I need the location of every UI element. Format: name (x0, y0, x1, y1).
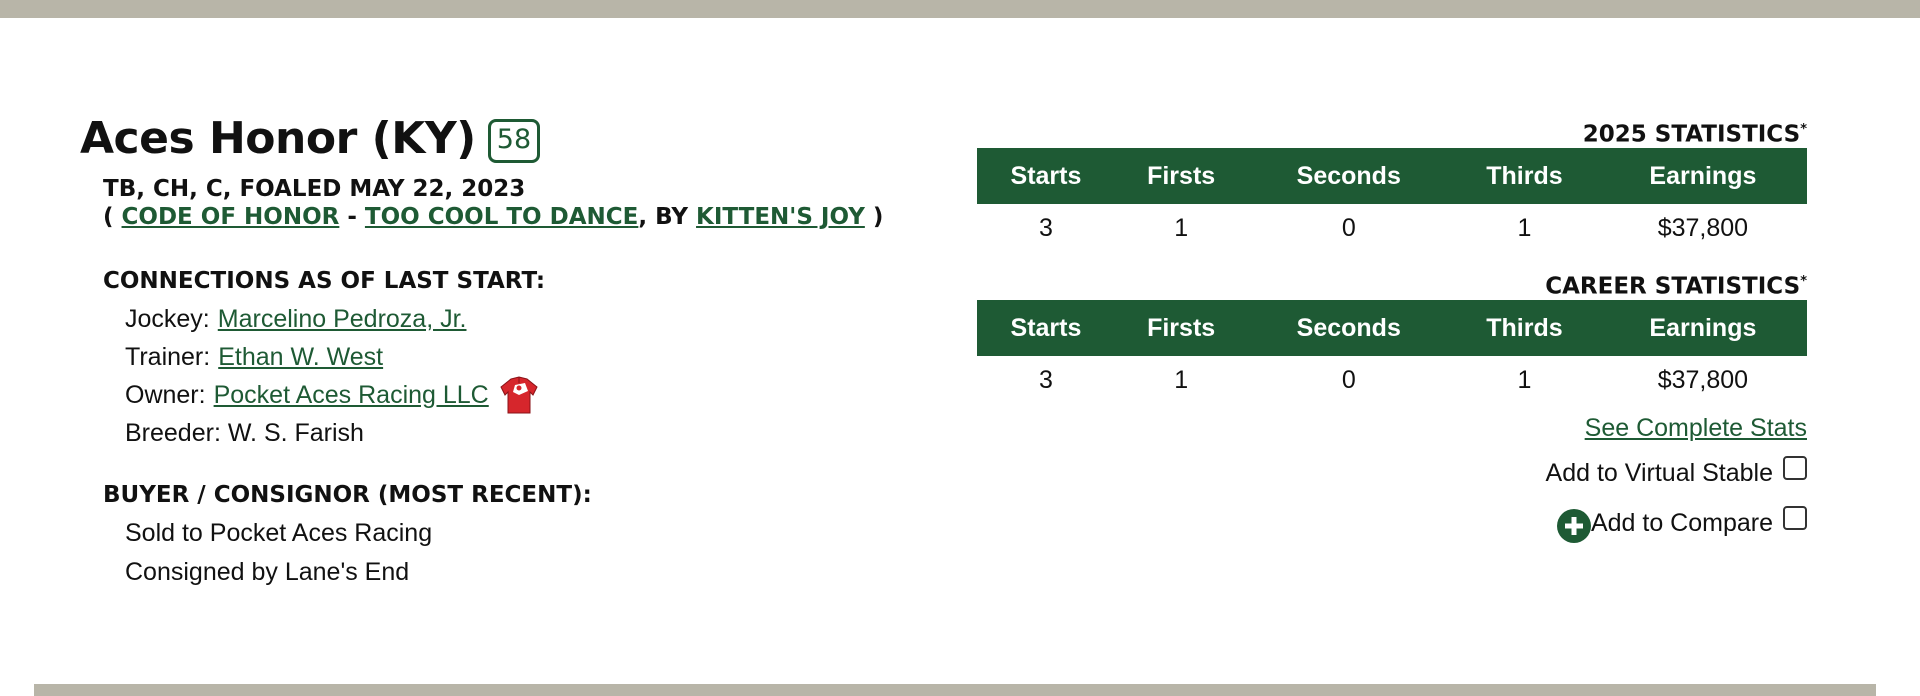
career-stats-block: CAREER STATISTICS* Starts Firsts Seconds… (977, 264, 1807, 404)
pedigree-by: , BY (638, 204, 697, 230)
owner-row: Owner: Pocket Aces Racing LLC (125, 376, 900, 414)
jockey-link[interactable]: Marcelino Pedroza, Jr. (218, 305, 467, 334)
col-starts: Starts (977, 300, 1115, 356)
career-stats-row: 3 1 0 1 $37,800 (977, 356, 1807, 404)
compare-label[interactable]: Add to Compare (1591, 509, 1773, 538)
foaled-info: TB, CH, C, FOALED MAY 22, 2023 (103, 176, 526, 202)
career-stats-header-row: Starts Firsts Seconds Thirds Earnings (977, 300, 1807, 356)
buyer-consignor-list: Sold to Pocket Aces Racing Consigned by … (103, 514, 900, 592)
pedigree-close: ) (864, 204, 884, 230)
pedigree: ( CODE OF HONOR - TOO COOL TO DANCE, BY … (103, 202, 900, 232)
year-stats-header-row: Starts Firsts Seconds Thirds Earnings (977, 148, 1807, 204)
compare-row: Add to Compare (977, 498, 1807, 548)
horse-title-row: Aces Honor (KY) 58 (80, 108, 900, 168)
col-firsts: Firsts (1114, 300, 1248, 356)
virtual-stable-checkbox[interactable] (1783, 456, 1807, 480)
virtual-stable-row: Add to Virtual Stable (977, 448, 1807, 498)
owner-label: Owner: (125, 380, 206, 409)
speed-figure-badge[interactable]: 58 (487, 119, 541, 163)
career-firsts: 1 (1174, 365, 1189, 394)
career-stats-asterisk: * (1800, 274, 1807, 289)
career-thirds: 1 (1517, 365, 1532, 394)
connections-list: Jockey: Marcelino Pedroza, Jr. Trainer: … (103, 300, 900, 452)
sold-to-text: Sold to Pocket Aces Racing (125, 519, 433, 547)
breeder-row: Breeder: W. S. Farish (125, 414, 900, 452)
col-seconds: Seconds (1247, 300, 1451, 356)
pedigree-dash: - (339, 204, 365, 230)
bottom-bar (34, 684, 1876, 696)
trainer-link[interactable]: Ethan W. West (218, 343, 383, 372)
career-stats-title-text: CAREER STATISTICS (1545, 273, 1801, 300)
career-earnings: $37,800 (1657, 365, 1749, 394)
year-stats-title-text: 2025 STATISTICS (1582, 121, 1801, 148)
jockey-row: Jockey: Marcelino Pedroza, Jr. (125, 300, 900, 338)
dam-link[interactable]: TOO COOL TO DANCE (365, 204, 638, 230)
career-stats-title: CAREER STATISTICS* (977, 264, 1807, 300)
horse-details: TB, CH, C, FOALED MAY 22, 2023 ( CODE OF… (80, 176, 900, 592)
col-thirds: Thirds (1450, 300, 1599, 356)
year-starts: 3 (1039, 213, 1053, 242)
career-starts: 3 (1039, 365, 1053, 394)
career-stats-table: Starts Firsts Seconds Thirds Earnings 3 … (977, 300, 1807, 404)
col-earnings: Earnings (1598, 300, 1807, 356)
horse-name: Aces Honor (KY) (80, 112, 476, 164)
see-complete-stats-row: See Complete Stats (977, 408, 1807, 448)
year-stats-row: 3 1 0 1 $37,800 (977, 204, 1807, 252)
year-stats-asterisk: * (1800, 122, 1807, 137)
year-thirds: 1 (1517, 213, 1532, 242)
plus-circle-icon[interactable] (1556, 509, 1591, 543)
compare-checkbox[interactable] (1783, 506, 1807, 530)
col-seconds: Seconds (1247, 148, 1451, 204)
damsire-link[interactable]: KITTEN'S JOY (696, 204, 865, 230)
trainer-row: Trainer: Ethan W. West (125, 338, 900, 376)
virtual-stable-label[interactable]: Add to Virtual Stable (1546, 459, 1773, 488)
buyer-consignor-heading: BUYER / CONSIGNOR (MOST RECENT): (103, 482, 592, 508)
pedigree-open: ( (103, 204, 122, 230)
horse-profile: Aces Honor (KY) 58 TB, CH, C, FOALED MAY… (80, 108, 900, 592)
jockey-label: Jockey: (125, 304, 210, 333)
breeder-text: Breeder: W. S. Farish (125, 418, 364, 447)
year-stats-table: Starts Firsts Seconds Thirds Earnings 3 … (977, 148, 1807, 252)
jockey-silks-icon (497, 373, 541, 417)
sire-link[interactable]: CODE OF HONOR (122, 204, 340, 230)
trainer-label: Trainer: (125, 342, 211, 371)
year-stats-title: 2025 STATISTICS* (977, 112, 1807, 148)
connections-heading: CONNECTIONS AS OF LAST START: (103, 268, 546, 294)
col-earnings: Earnings (1598, 148, 1807, 204)
col-starts: Starts (977, 148, 1115, 204)
col-thirds: Thirds (1450, 148, 1599, 204)
career-seconds: 0 (1341, 365, 1356, 394)
year-earnings: $37,800 (1657, 213, 1749, 242)
top-bar (0, 0, 1920, 18)
statistics-panel: 2025 STATISTICS* Starts Firsts Seconds T… (977, 112, 1807, 548)
year-firsts: 1 (1174, 213, 1189, 242)
owner-link[interactable]: Pocket Aces Racing LLC (214, 381, 489, 410)
consigned-by-text: Consigned by Lane's End (125, 558, 410, 586)
year-seconds: 0 (1341, 213, 1356, 242)
col-firsts: Firsts (1114, 148, 1248, 204)
see-complete-stats-link[interactable]: See Complete Stats (1585, 414, 1807, 442)
